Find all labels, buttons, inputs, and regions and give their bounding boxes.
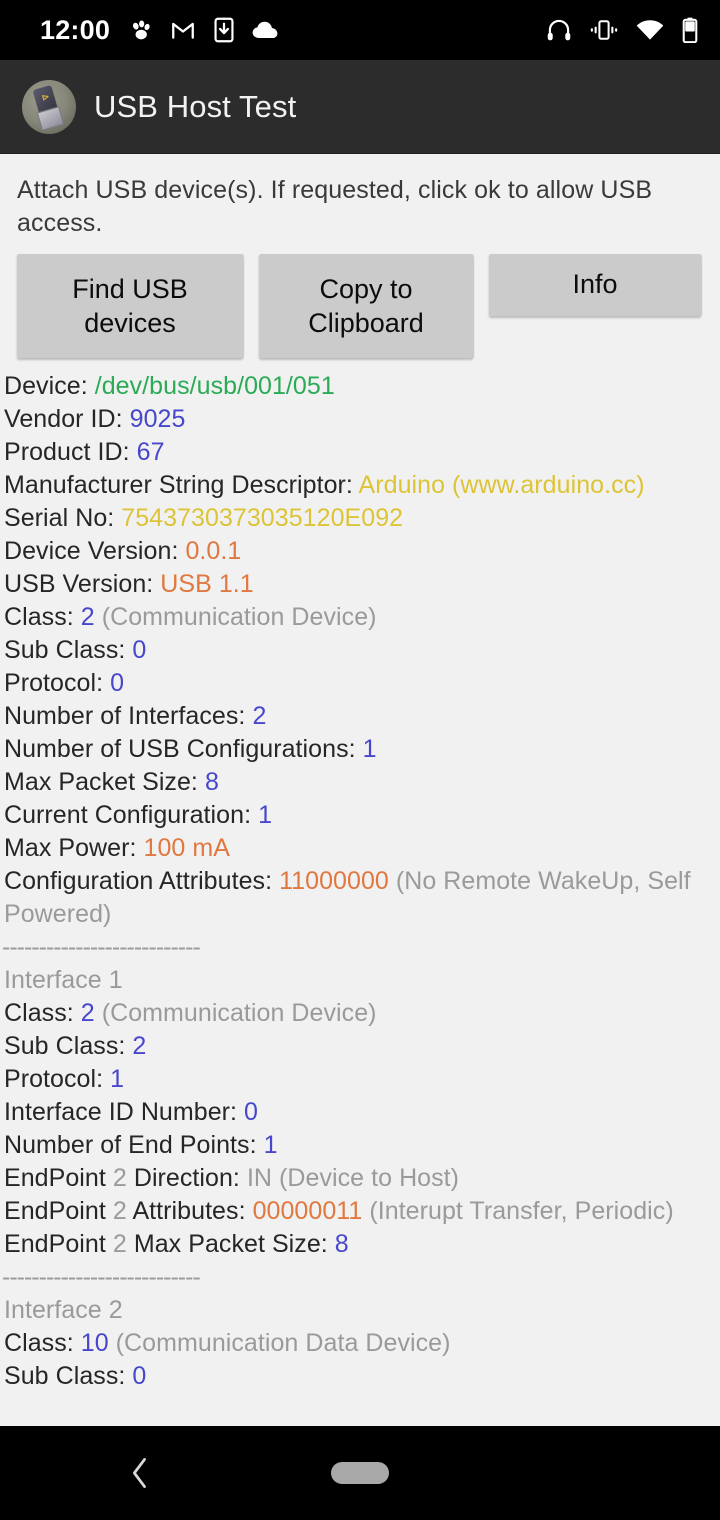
section-separator: --------------------------- [2, 1263, 201, 1291]
copy-to-clipboard-button[interactable]: Copy to Clipboard [259, 254, 473, 358]
phone-download-icon [212, 17, 236, 43]
device-info-line-9: Protocol: 0 [4, 669, 125, 697]
interface-1-line-1: Sub Class: 2 [4, 1032, 147, 1060]
battery-icon [682, 17, 698, 43]
device-info-line-5: Device Version: 0.0.1 [4, 537, 242, 565]
device-info-line-13: Current Configuration: 1 [4, 801, 273, 829]
wifi-icon [636, 18, 664, 42]
device-info-line-3: Manufacturer String Descriptor: Arduino … [4, 471, 645, 499]
endpoint-attributes-line: EndPoint 2 Attributes: 00000011 (Interup… [4, 1197, 674, 1225]
interface-2-heading: Interface 2 [4, 1296, 123, 1324]
info-button[interactable]: Info [489, 254, 701, 316]
headphones-icon [546, 17, 572, 43]
navigation-bar [0, 1426, 720, 1520]
device-info-line-1: Vendor ID: 9025 [4, 405, 186, 433]
device-info-line-12: Max Packet Size: 8 [4, 768, 219, 796]
usb-device-info-list: Device: /dev/bus/usb/001/051 Vendor ID: 9… [0, 358, 720, 1393]
status-bar: 12:00 [0, 0, 720, 60]
device-info-line-6: USB Version: USB 1.1 [4, 570, 254, 598]
status-bar-clock: 12:00 [40, 14, 111, 45]
status-bar-system-icons [546, 17, 698, 43]
endpoint-packet-size-line: EndPoint 2 Max Packet Size: 8 [4, 1230, 349, 1258]
device-info-line-2: Product ID: 67 [4, 438, 165, 466]
interface-2-line-1: Sub Class: 0 [4, 1362, 147, 1390]
device-info-line-10: Number of Interfaces: 2 [4, 702, 267, 730]
interface-1-line-0: Class: 2 (Communication Device) [4, 999, 377, 1027]
paw-icon [128, 17, 154, 43]
interface-1-line-2: Protocol: 1 [4, 1065, 125, 1093]
interface-2-line-0: Class: 10 (Communication Data Device) [4, 1329, 451, 1357]
interface-1-heading: Interface 1 [4, 966, 123, 994]
device-info-line-11: Number of USB Configurations: 1 [4, 735, 377, 763]
find-usb-devices-button[interactable]: Find USB devices [17, 254, 243, 358]
section-separator: --------------------------- [2, 933, 201, 961]
device-info-line-4: Serial No: 7543730373035120E092 [4, 504, 404, 532]
interface-1-line-4: Number of End Points: 1 [4, 1131, 278, 1159]
interface-1-line-3: Interface ID Number: 0 [4, 1098, 258, 1126]
main-content: Attach USB device(s). If requested, clic… [0, 154, 720, 1426]
instructions-text: Attach USB device(s). If requested, clic… [17, 176, 653, 237]
device-info-line-0: Device: /dev/bus/usb/001/051 [4, 372, 335, 400]
device-info-line-15: Configuration Attributes: 11000000 (No R… [4, 867, 691, 928]
app-title: USB Host Test [94, 89, 297, 124]
usb-connector-app-icon: ⊳ [22, 79, 76, 134]
app-bar: ⊳ USB Host Test [0, 60, 720, 154]
vibrate-icon [590, 18, 618, 42]
back-icon[interactable] [120, 1453, 160, 1493]
home-pill[interactable] [331, 1462, 389, 1484]
action-button-row: Find USB devices Copy to Clipboard Info [0, 240, 720, 358]
status-bar-notification-icons [128, 17, 546, 43]
cloud-icon [252, 18, 280, 42]
endpoint-direction-line: EndPoint 2 Direction: IN (Device to Host… [4, 1164, 460, 1192]
device-info-line-8: Sub Class: 0 [4, 636, 147, 664]
device-info-line-7: Class: 2 (Communication Device) [4, 603, 377, 631]
phone-screen: 12:00 ⊳ USB Host Test Attach USB device(… [0, 0, 720, 1520]
gmail-icon [170, 17, 196, 43]
device-info-line-14: Max Power: 100 mA [4, 834, 230, 862]
